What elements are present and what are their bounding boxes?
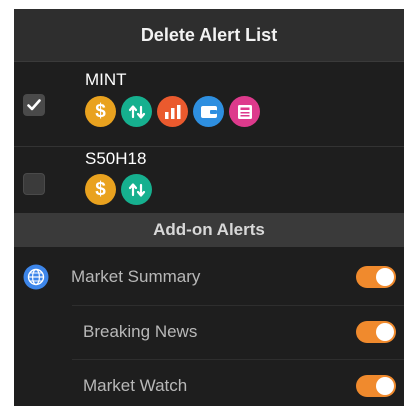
setting-label: Market Summary bbox=[71, 267, 201, 286]
toggle-knob bbox=[376, 323, 394, 341]
market-watch-toggle[interactable] bbox=[356, 375, 396, 397]
alert-row-s50h18[interactable]: S50H18 $ bbox=[14, 147, 404, 213]
breaking-news-toggle[interactable] bbox=[356, 321, 396, 343]
toggle-knob bbox=[376, 268, 394, 286]
alert-symbol: MINT bbox=[85, 70, 127, 89]
dollar-icon: $ bbox=[85, 174, 116, 205]
wallet-icon bbox=[193, 96, 224, 127]
addon-section-header: Add-on Alerts bbox=[14, 213, 404, 247]
alert-type-icons: $ bbox=[85, 174, 152, 205]
title-bar: Delete Alert List bbox=[14, 9, 404, 62]
alert-screen: Delete Alert List MINT $ S50H18 $ Add-on… bbox=[14, 9, 404, 406]
alert-symbol: S50H18 bbox=[85, 149, 147, 168]
setting-market-watch[interactable]: Market Watch bbox=[72, 359, 404, 406]
setting-market-summary[interactable]: Market Summary bbox=[14, 251, 404, 303]
checkmark-icon bbox=[27, 99, 41, 111]
dollar-icon: $ bbox=[85, 96, 116, 127]
globe-icon bbox=[23, 264, 49, 290]
chart-icon bbox=[157, 96, 188, 127]
price-change-icon bbox=[121, 174, 152, 205]
market-summary-toggle[interactable] bbox=[356, 266, 396, 288]
news-icon bbox=[229, 96, 260, 127]
section-title: Add-on Alerts bbox=[153, 220, 265, 239]
setting-breaking-news[interactable]: Breaking News bbox=[72, 305, 404, 358]
setting-label: Breaking News bbox=[83, 322, 198, 341]
alert-type-icons: $ bbox=[85, 96, 260, 127]
setting-label: Market Watch bbox=[83, 376, 188, 395]
toggle-knob bbox=[376, 377, 394, 395]
select-checkbox-mint[interactable] bbox=[23, 94, 45, 116]
select-checkbox-s50h18[interactable] bbox=[23, 173, 45, 195]
page-title: Delete Alert List bbox=[140, 24, 278, 45]
price-change-icon bbox=[121, 96, 152, 127]
alert-row-mint[interactable]: MINT $ bbox=[14, 62, 404, 147]
